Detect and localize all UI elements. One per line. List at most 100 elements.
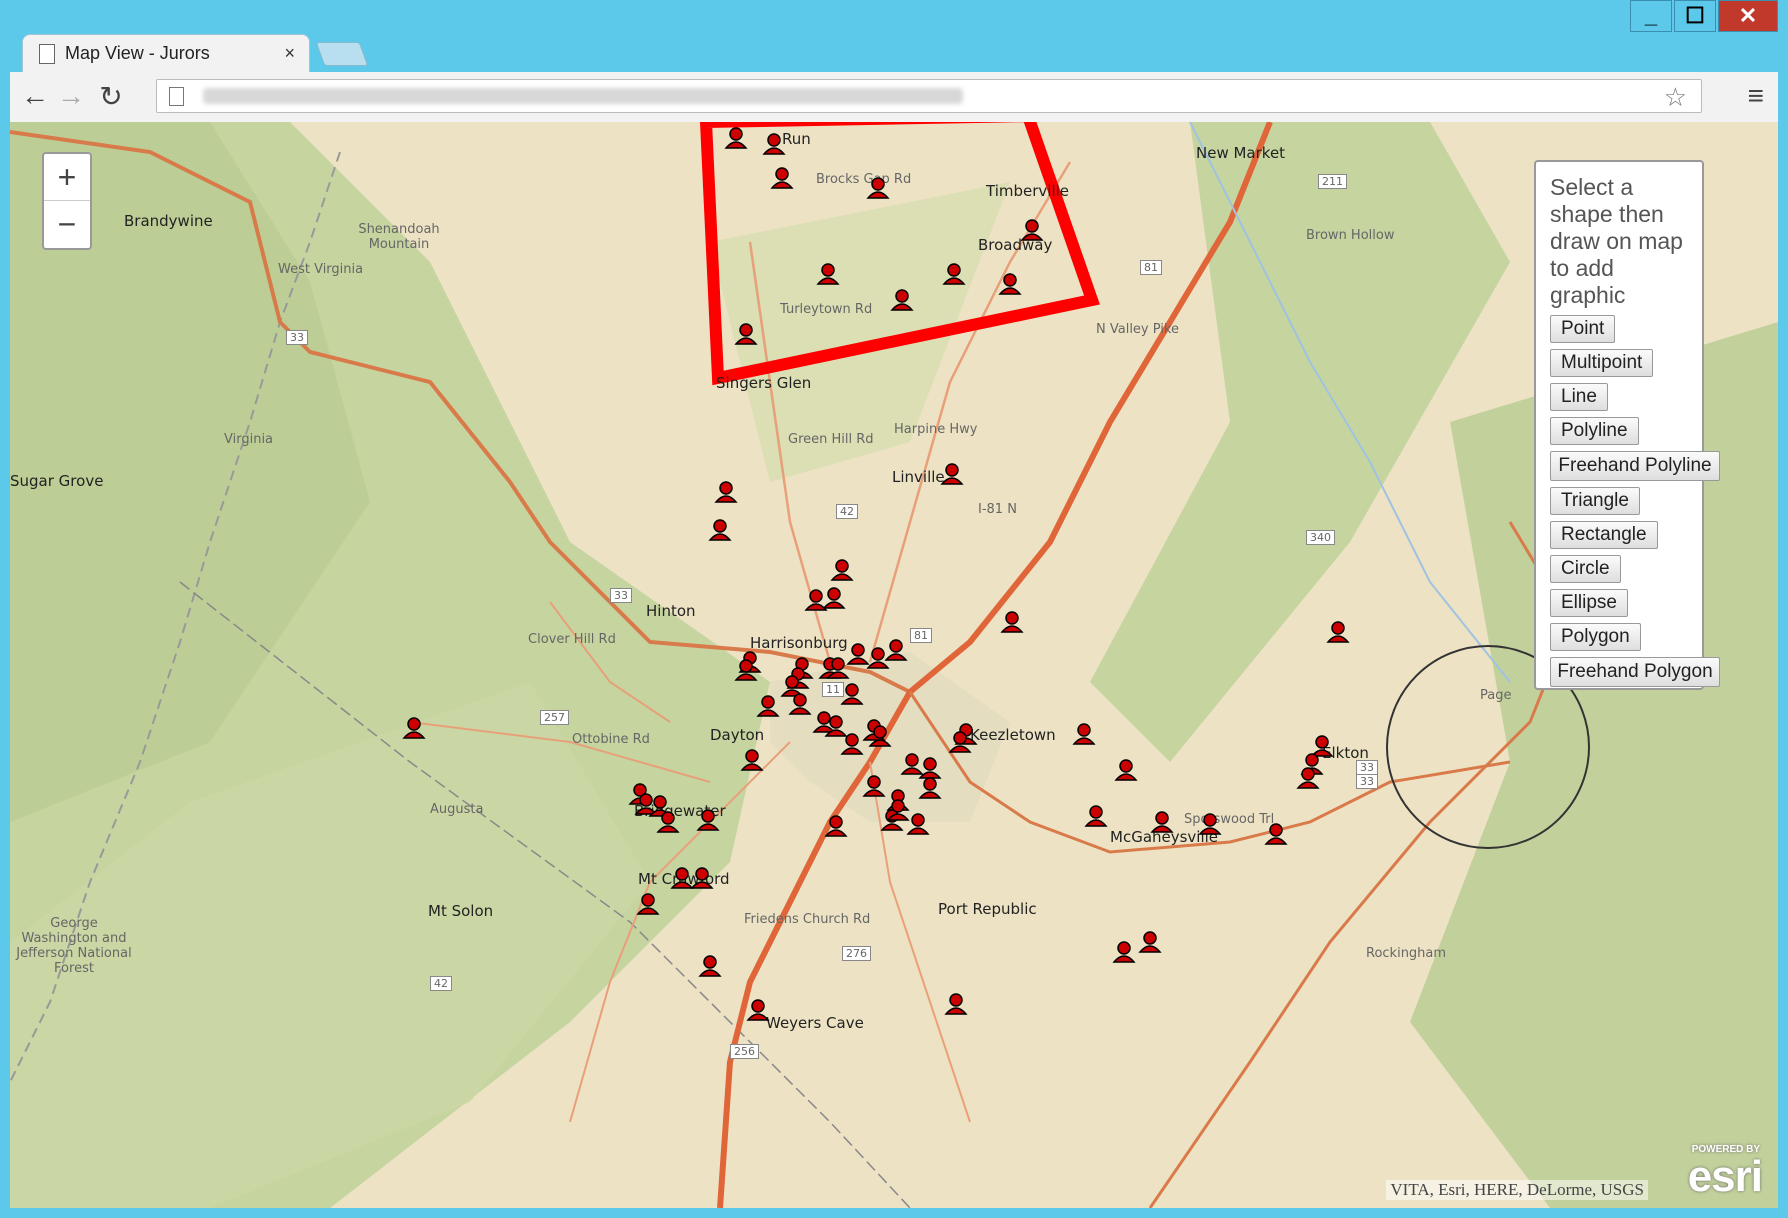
map-label: Brocks Gap Rd: [816, 172, 912, 187]
juror-marker-icon[interactable]: [1112, 940, 1136, 964]
map-label: Run: [782, 130, 811, 148]
map-label: George Washington and Jefferson National…: [16, 916, 132, 976]
zoom-out-button[interactable]: −: [44, 201, 90, 247]
draw-toolbar-panel: Select a shape then draw on map to add g…: [1534, 160, 1720, 690]
juror-marker-icon[interactable]: [788, 692, 812, 716]
juror-marker-icon[interactable]: [708, 518, 732, 542]
juror-marker-icon[interactable]: [762, 132, 786, 156]
map-label: Brandywine: [124, 212, 213, 230]
esri-logo[interactable]: POWERED BY esri: [1688, 1144, 1763, 1202]
freehand-polyline-button[interactable]: Freehand Polyline: [1550, 451, 1720, 481]
polyline-button[interactable]: Polyline: [1550, 417, 1639, 445]
juror-marker-icon[interactable]: [942, 262, 966, 286]
maximize-button[interactable]: ☐: [1674, 0, 1716, 32]
forward-button[interactable]: →: [54, 80, 88, 112]
map-label: Weyers Cave: [766, 1014, 864, 1032]
juror-marker-icon[interactable]: [944, 992, 968, 1016]
juror-marker-icon[interactable]: [402, 716, 426, 740]
map-label: Timberville: [986, 182, 1070, 200]
juror-marker-icon[interactable]: [1084, 804, 1108, 828]
juror-marker-icon[interactable]: [998, 272, 1022, 296]
juror-marker-icon[interactable]: [830, 558, 854, 582]
minimize-button[interactable]: _: [1630, 0, 1672, 32]
juror-marker-icon[interactable]: [1072, 722, 1096, 746]
juror-marker-icon[interactable]: [1138, 930, 1162, 954]
juror-marker-icon[interactable]: [866, 176, 890, 200]
map-label: N Valley Pike: [1096, 322, 1179, 337]
juror-marker-icon[interactable]: [906, 812, 930, 836]
juror-marker-icon[interactable]: [804, 588, 828, 612]
juror-marker-icon[interactable]: [1198, 812, 1222, 836]
map-label: Virginia: [224, 432, 274, 447]
juror-marker-icon[interactable]: [746, 998, 770, 1022]
browser-tab[interactable]: Map View - Jurors ×: [22, 34, 310, 72]
map-label: Keezletown: [970, 726, 1056, 744]
bookmark-star-icon[interactable]: ☆: [1664, 82, 1687, 113]
juror-marker-icon[interactable]: [1264, 822, 1288, 846]
map-label: Harrisonburg: [750, 634, 848, 652]
rectangle-button[interactable]: Rectangle: [1550, 521, 1658, 549]
route-shield: 33: [1356, 774, 1378, 789]
juror-marker-icon[interactable]: [1296, 766, 1320, 790]
line-button[interactable]: Line: [1550, 383, 1608, 411]
juror-marker-icon[interactable]: [714, 480, 738, 504]
back-button[interactable]: ←: [18, 80, 52, 112]
juror-marker-icon[interactable]: [868, 724, 892, 748]
point-button[interactable]: Point: [1550, 315, 1616, 343]
polygon-button[interactable]: Polygon: [1550, 623, 1641, 651]
juror-marker-icon[interactable]: [840, 732, 864, 756]
juror-marker-icon[interactable]: [1150, 810, 1174, 834]
juror-marker-icon[interactable]: [740, 748, 764, 772]
juror-marker-icon[interactable]: [756, 694, 780, 718]
juror-marker-icon[interactable]: [948, 730, 972, 754]
juror-marker-icon[interactable]: [826, 656, 850, 680]
circle-button[interactable]: Circle: [1550, 555, 1621, 583]
juror-marker-icon[interactable]: [690, 866, 714, 890]
map-label: Green Hill Rd: [788, 432, 874, 447]
juror-marker-icon[interactable]: [824, 814, 848, 838]
tab-close-icon[interactable]: ×: [284, 43, 295, 64]
juror-marker-icon[interactable]: [734, 658, 758, 682]
map-label: Brown Hollow: [1306, 228, 1395, 243]
menu-icon[interactable]: ≡: [1748, 80, 1764, 112]
juror-marker-icon[interactable]: [884, 638, 908, 662]
map-label: Port Republic: [938, 900, 1037, 918]
map-view[interactable]: Run Brocks Gap Rd Timberville Broadway New M…: [10, 122, 1778, 1208]
juror-marker-icon[interactable]: [940, 462, 964, 486]
close-window-button[interactable]: ✕: [1718, 0, 1778, 32]
zoom-in-button[interactable]: +: [44, 154, 90, 201]
juror-marker-icon[interactable]: [890, 288, 914, 312]
ellipse-button[interactable]: Ellipse: [1550, 589, 1628, 617]
route-shield: 33: [610, 588, 632, 603]
juror-marker-icon[interactable]: [840, 682, 864, 706]
map-label: Hinton: [646, 602, 696, 620]
browser-toolbar: ← → ↻ ☆ ≡: [10, 72, 1778, 123]
juror-marker-icon[interactable]: [918, 776, 942, 800]
juror-marker-icon[interactable]: [770, 166, 794, 190]
map-label: Friedens Church Rd: [744, 912, 871, 927]
map-attribution: VITA, Esri, HERE, DeLorme, USGS: [1386, 1180, 1648, 1200]
address-bar[interactable]: ☆: [156, 79, 1702, 113]
juror-marker-icon[interactable]: [734, 322, 758, 346]
triangle-button[interactable]: Triangle: [1550, 487, 1640, 515]
juror-marker-icon[interactable]: [636, 892, 660, 916]
juror-marker-icon[interactable]: [656, 810, 680, 834]
juror-marker-icon[interactable]: [816, 262, 840, 286]
reload-button[interactable]: ↻: [94, 80, 128, 113]
route-shield: 42: [836, 504, 858, 519]
juror-marker-icon[interactable]: [1000, 610, 1024, 634]
juror-marker-icon[interactable]: [1114, 758, 1138, 782]
juror-marker-icon[interactable]: [1326, 620, 1350, 644]
route-shield: 81: [1140, 260, 1162, 275]
route-shield: 256: [730, 1044, 759, 1059]
freehand-polygon-button[interactable]: Freehand Polygon: [1550, 657, 1720, 687]
juror-marker-icon[interactable]: [696, 808, 720, 832]
multipoint-button[interactable]: Multipoint: [1550, 349, 1654, 377]
map-label: Singers Glen: [716, 374, 812, 392]
new-tab-button[interactable]: [315, 42, 369, 66]
juror-marker-icon[interactable]: [698, 954, 722, 978]
juror-marker-icon[interactable]: [862, 774, 886, 798]
map-label: Ottobine Rd: [572, 732, 650, 747]
juror-marker-icon[interactable]: [724, 126, 748, 150]
juror-marker-icon[interactable]: [1020, 218, 1044, 242]
